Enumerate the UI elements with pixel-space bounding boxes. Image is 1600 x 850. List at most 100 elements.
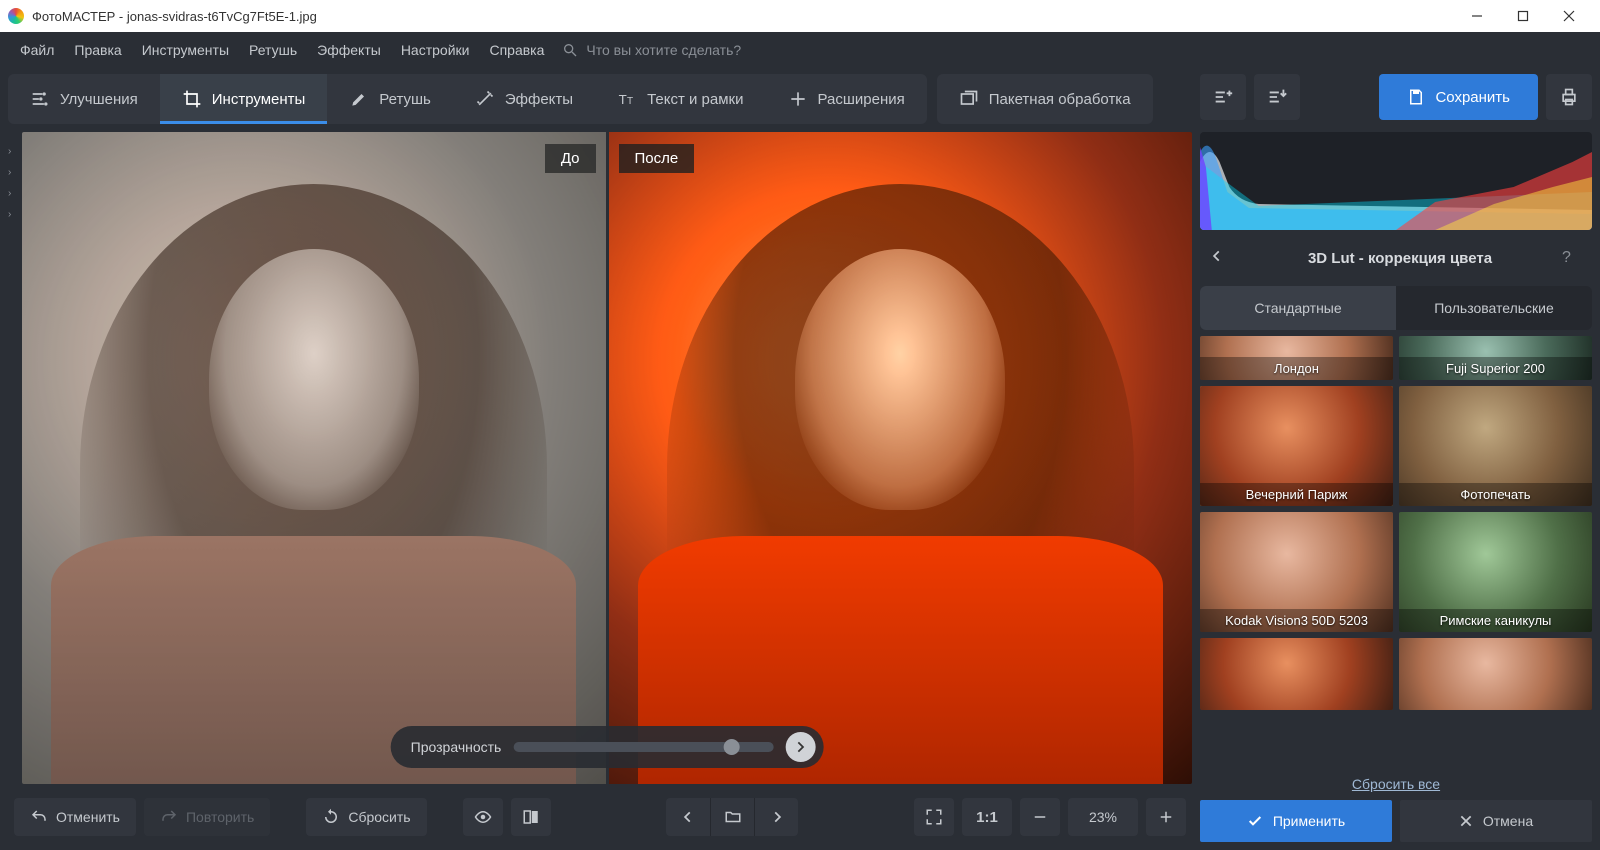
preset-fuji-superior-200[interactable]: Fuji Superior 200 bbox=[1399, 336, 1592, 380]
redo-button[interactable]: Повторить bbox=[144, 798, 270, 836]
tab-retouch[interactable]: Ретушь bbox=[327, 74, 453, 124]
sliders-icon bbox=[30, 89, 50, 109]
help-button[interactable]: ? bbox=[1562, 249, 1582, 267]
preset-kodak-vision3[interactable]: Kodak Vision3 50D 5203 bbox=[1200, 512, 1393, 632]
tab-batch-label: Пакетная обработка bbox=[989, 91, 1131, 108]
titlebar: ФотоМАСТЕР - jonas-svidras-t6TvCg7Ft5E-1… bbox=[0, 0, 1600, 32]
maximize-button[interactable] bbox=[1500, 0, 1546, 32]
preset-roman-holiday[interactable]: Римские каникулы bbox=[1399, 512, 1592, 632]
preset-photoprint[interactable]: Фотопечать bbox=[1399, 386, 1592, 506]
collapse-chevron-icon[interactable]: › bbox=[8, 209, 22, 220]
collapse-chevron-icon[interactable]: › bbox=[8, 167, 22, 178]
add-preset-button[interactable] bbox=[1200, 74, 1246, 120]
nav-group bbox=[666, 798, 798, 836]
plus-icon bbox=[1157, 808, 1175, 826]
search-placeholder: Что вы хотите сделать? bbox=[586, 42, 741, 58]
cancel-button[interactable]: Отмена bbox=[1400, 800, 1592, 842]
tab-improve-label: Улучшения bbox=[60, 91, 138, 108]
main-area: Улучшения Инструменты Ретушь Эффекты TT … bbox=[0, 68, 1200, 850]
left-chevron-column: › › › › bbox=[8, 132, 22, 784]
opacity-track[interactable] bbox=[513, 742, 773, 752]
before-label: До bbox=[545, 144, 596, 173]
tab-effects[interactable]: Эффекты bbox=[453, 74, 595, 124]
actual-size-button[interactable]: 1:1 bbox=[962, 798, 1012, 836]
opacity-thumb[interactable] bbox=[723, 739, 739, 755]
preset-london[interactable]: Лондон bbox=[1200, 336, 1393, 380]
import-preset-button[interactable] bbox=[1254, 74, 1300, 120]
tab-batch[interactable]: Пакетная обработка bbox=[937, 74, 1153, 124]
menu-tools[interactable]: Инструменты bbox=[132, 38, 239, 62]
command-search[interactable]: Что вы хотите сделать? bbox=[562, 42, 741, 58]
preset-item[interactable] bbox=[1200, 638, 1393, 710]
section-title: 3D Lut - коррекция цвета bbox=[1238, 250, 1562, 267]
prev-image-button[interactable] bbox=[666, 798, 710, 836]
mode-tabs: Улучшения Инструменты Ретушь Эффекты TT … bbox=[8, 74, 927, 124]
collapse-chevron-icon[interactable]: › bbox=[8, 146, 22, 157]
preview-after: После bbox=[609, 132, 1193, 784]
next-image-button[interactable] bbox=[754, 798, 798, 836]
apply-button[interactable]: Применить bbox=[1200, 800, 1392, 842]
opacity-next-button[interactable] bbox=[785, 732, 815, 762]
preset-label: Лондон bbox=[1200, 357, 1393, 380]
save-label: Сохранить bbox=[1435, 89, 1510, 106]
menu-settings[interactable]: Настройки bbox=[391, 38, 480, 62]
menu-help[interactable]: Справка bbox=[479, 38, 554, 62]
tab-extensions-label: Расширения bbox=[818, 91, 905, 108]
folder-icon bbox=[724, 808, 742, 826]
preview-canvas[interactable]: До После Прозрачность bbox=[22, 132, 1192, 784]
save-button[interactable]: Сохранить bbox=[1379, 74, 1538, 120]
lut-tabs: Стандартные Пользовательские bbox=[1200, 286, 1592, 330]
opacity-slider[interactable]: Прозрачность bbox=[391, 726, 824, 768]
tab-extensions[interactable]: Расширения bbox=[766, 74, 927, 124]
print-button[interactable] bbox=[1546, 74, 1592, 120]
preset-evening-paris[interactable]: Вечерний Париж bbox=[1200, 386, 1393, 506]
close-button[interactable] bbox=[1546, 0, 1592, 32]
text-icon: TT bbox=[617, 89, 637, 109]
fit-screen-button[interactable] bbox=[914, 798, 954, 836]
open-folder-button[interactable] bbox=[710, 798, 754, 836]
menu-file[interactable]: Файл bbox=[10, 38, 64, 62]
zoom-ratio-label: 1:1 bbox=[976, 809, 998, 826]
plus-icon bbox=[788, 89, 808, 109]
reset-all-link[interactable]: Сбросить все bbox=[1352, 776, 1440, 792]
zoom-out-button[interactable] bbox=[1020, 798, 1060, 836]
apply-label: Применить bbox=[1273, 813, 1345, 829]
preset-label: Римские каникулы bbox=[1399, 609, 1592, 632]
back-button[interactable] bbox=[1210, 249, 1238, 268]
menu-edit[interactable]: Правка bbox=[64, 38, 131, 62]
section-header: 3D Lut - коррекция цвета ? bbox=[1200, 236, 1592, 280]
menu-effects[interactable]: Эффекты bbox=[307, 38, 391, 62]
lut-tab-custom[interactable]: Пользовательские bbox=[1396, 286, 1592, 330]
zoom-value[interactable]: 23% bbox=[1068, 798, 1138, 836]
tab-retouch-label: Ретушь bbox=[379, 91, 431, 108]
opacity-label: Прозрачность bbox=[411, 739, 502, 755]
tab-effects-label: Эффекты bbox=[505, 91, 573, 108]
print-icon bbox=[1559, 87, 1579, 107]
svg-text:T: T bbox=[619, 92, 627, 107]
lut-tab-standard[interactable]: Стандартные bbox=[1200, 286, 1396, 330]
preset-label: Фотопечать bbox=[1399, 483, 1592, 506]
undo-icon bbox=[30, 808, 48, 826]
app-logo-icon bbox=[8, 8, 24, 24]
batch-icon bbox=[959, 89, 979, 109]
minimize-button[interactable] bbox=[1454, 0, 1500, 32]
menu-retouch[interactable]: Ретушь bbox=[239, 38, 307, 62]
compare-toggle-button[interactable] bbox=[511, 798, 551, 836]
preset-label: Fuji Superior 200 bbox=[1399, 357, 1592, 380]
sliders-download-icon bbox=[1266, 86, 1288, 108]
preview-toggle-button[interactable] bbox=[463, 798, 503, 836]
search-icon bbox=[562, 42, 578, 58]
preset-item[interactable] bbox=[1399, 638, 1592, 710]
tab-tools[interactable]: Инструменты bbox=[160, 74, 328, 124]
tab-text[interactable]: TT Текст и рамки bbox=[595, 74, 765, 124]
redo-label: Повторить bbox=[186, 809, 254, 825]
preset-list[interactable]: Лондон Fuji Superior 200 Вечерний Париж … bbox=[1200, 336, 1592, 766]
zoom-in-button[interactable] bbox=[1146, 798, 1186, 836]
right-panel: Сохранить 3D Lut - коррекция цвета ? bbox=[1200, 68, 1600, 850]
chevron-left-icon bbox=[1210, 249, 1224, 263]
tab-improve[interactable]: Улучшения bbox=[8, 74, 160, 124]
reset-button[interactable]: Сбросить bbox=[306, 798, 426, 836]
collapse-chevron-icon[interactable]: › bbox=[8, 188, 22, 199]
histogram[interactable] bbox=[1200, 132, 1592, 230]
undo-button[interactable]: Отменить bbox=[14, 798, 136, 836]
